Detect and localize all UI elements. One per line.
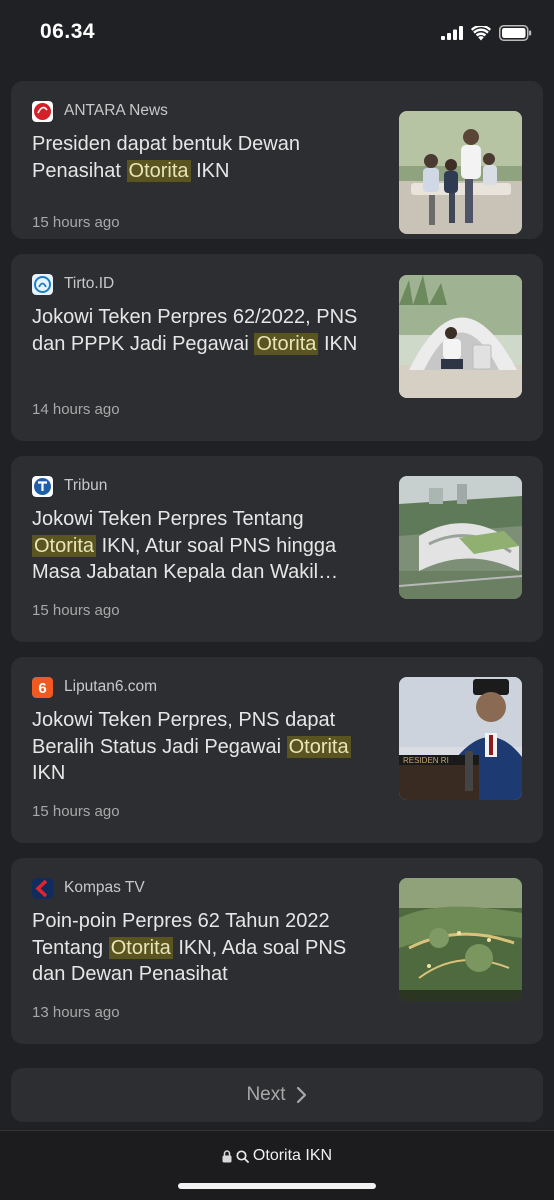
status-time: 06.34 [40,20,96,43]
svg-text:RESIDEN RI: RESIDEN RI [403,756,449,765]
city-aerial-thumbnail[interactable] [399,878,522,1001]
publish-time: 15 hours ago [32,214,120,231]
publish-time: 14 hours ago [32,401,120,418]
svg-text:6: 6 [38,680,46,697]
query-highlight: Otorita [126,159,191,182]
status-bar: 06.34 [0,0,554,66]
source-name: Tirto.ID [64,275,115,292]
next-page-button[interactable]: Next [11,1068,543,1122]
source-name: Liputan6.com [64,678,158,695]
next-label: Next [246,1084,286,1105]
news-card[interactable]: 6 Liputan6.com Jokowi Teken Perpres, PNS… [11,657,543,843]
address-bar[interactable]: Otorita IKN [0,1147,554,1165]
home-indicator[interactable] [178,1183,376,1189]
tent-photo-thumbnail[interactable] [399,275,522,398]
news-source: Tirto.ID [32,273,114,295]
publish-time: 15 hours ago [32,602,120,619]
news-headline[interactable]: Jokowi Teken Perpres Tentang Otorita IKN… [32,506,372,586]
source-name: Kompas TV [64,879,145,896]
cellular-signal-icon [441,26,463,40]
news-card[interactable]: Tirto.ID Jokowi Teken Perpres 62/2022, P… [11,254,543,441]
bottom-bar: Otorita IKN [0,1130,554,1200]
search-icon [236,1149,249,1163]
query-highlight: Otorita [32,534,97,557]
antara-logo-icon [32,100,53,122]
tirto-logo-icon [32,273,53,295]
search-query[interactable]: Otorita IKN [253,1147,332,1165]
chevron-right-icon [296,1086,306,1104]
news-card[interactable]: Tribun Jokowi Teken Perpres Tentang Otor… [11,456,543,642]
news-headline[interactable]: Jokowi Teken Perpres, PNS dapat Beralih … [32,707,372,787]
query-highlight: Otorita [254,332,319,355]
source-name: ANTARA News [64,102,168,119]
status-icons [441,22,532,44]
news-headline[interactable]: Presiden dapat bentuk Dewan Penasihat Ot… [32,131,372,184]
query-highlight: Otorita [286,735,351,758]
search-results: ANTARA News Presiden dapat bentuk Dewan … [0,66,554,1130]
source-name: Tribun [64,477,108,494]
tribun-logo-icon [32,475,53,497]
publish-time: 13 hours ago [32,1004,120,1021]
family-photo-thumbnail[interactable] [399,111,522,234]
battery-icon [499,25,532,41]
news-headline[interactable]: Poin-poin Perpres 62 Tahun 2022 Tentang … [32,908,372,988]
president-photo-thumbnail[interactable]: RESIDEN RI [399,677,522,800]
kompas-tv-logo-icon [32,877,53,899]
wifi-icon [471,25,491,40]
publish-time: 15 hours ago [32,803,120,820]
news-source: Tribun [32,475,107,497]
liputan6-logo-icon: 6 [32,676,53,698]
news-card[interactable]: ANTARA News Presiden dapat bentuk Dewan … [11,81,543,239]
news-source: 6 Liputan6.com [32,676,157,698]
lock-icon [222,1149,232,1162]
news-card[interactable]: Kompas TV Poin-poin Perpres 62 Tahun 202… [11,858,543,1044]
news-headline[interactable]: Jokowi Teken Perpres 62/2022, PNS dan PP… [32,304,372,357]
building-render-thumbnail[interactable] [399,476,522,599]
query-highlight: Otorita [108,936,173,959]
news-source: ANTARA News [32,100,168,122]
news-source: Kompas TV [32,877,145,899]
